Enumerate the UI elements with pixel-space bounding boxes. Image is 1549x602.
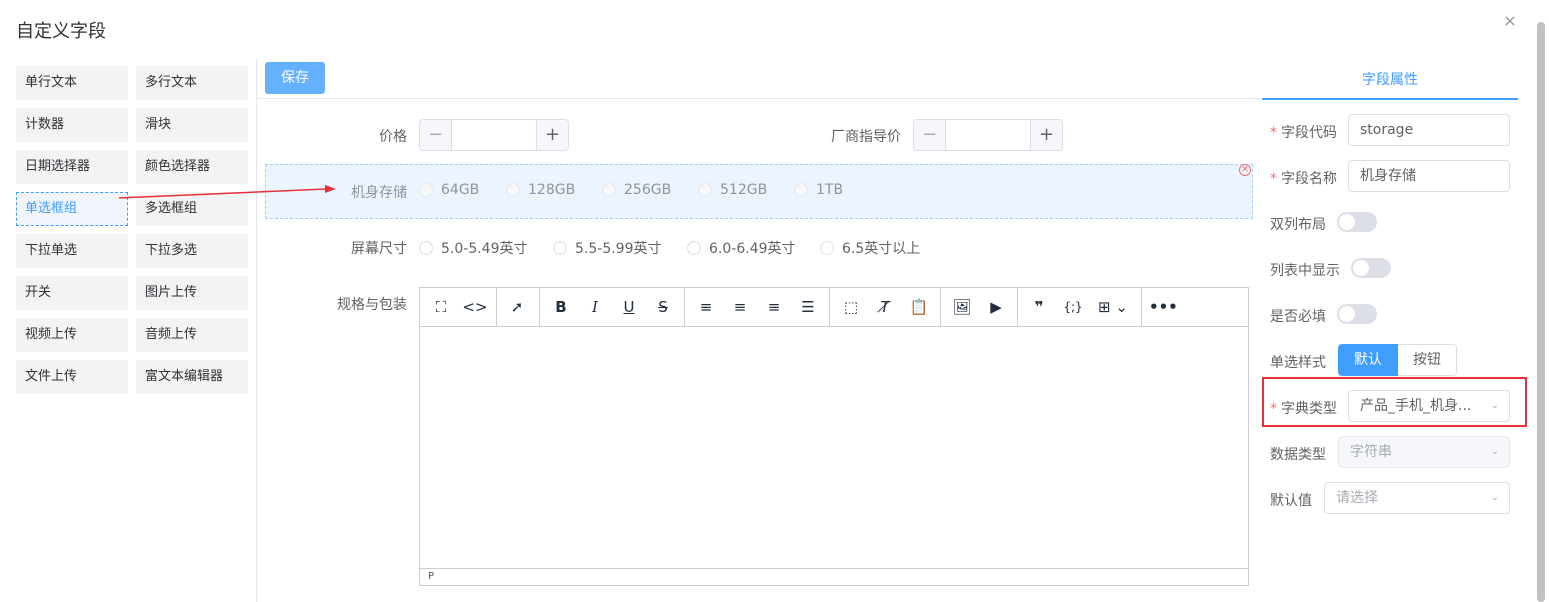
- field-name-label: * 字段名称: [1270, 171, 1337, 187]
- chevron-down-icon: ⌄: [1490, 446, 1499, 457]
- show-in-list-label: 列表中显示: [1270, 263, 1340, 279]
- tab-field-properties[interactable]: 字段属性: [1262, 58, 1518, 100]
- default-value-label: 默认值: [1270, 493, 1312, 509]
- default-value-placeholder: 请选择: [1336, 490, 1378, 506]
- data-type-value: 字符串: [1350, 444, 1392, 460]
- radio-style-default-button[interactable]: 默认: [1338, 344, 1398, 376]
- double-column-switch[interactable]: [1337, 212, 1377, 232]
- radio-style-button-button[interactable]: 按钮: [1398, 344, 1457, 376]
- chevron-down-icon: ⌄: [1490, 492, 1499, 503]
- radio-style-label: 单选样式: [1270, 355, 1326, 371]
- field-code-label: * 字段代码: [1270, 125, 1337, 141]
- show-in-list-switch[interactable]: [1351, 258, 1391, 278]
- default-value-select[interactable]: 请选择 ⌄: [1324, 482, 1510, 514]
- custom-field-dialog: 自定义字段 × 单行文本 多行文本 计数器 滑块 日期选择器 颜色选择器 单选框…: [0, 0, 1549, 602]
- field-code-input[interactable]: storage: [1348, 114, 1510, 146]
- field-properties-panel: 字段属性 * 字段代码 storage * 字段名称 机身存储 双列布局 列表中显示…: [1261, 58, 1537, 602]
- required-switch[interactable]: [1337, 304, 1377, 324]
- double-column-label: 双列布局: [1270, 217, 1326, 233]
- data-type-label: 数据类型: [1270, 447, 1326, 463]
- required-label: 是否必填: [1270, 309, 1326, 325]
- data-type-select: 字符串 ⌄: [1338, 436, 1510, 468]
- annotation-highlight-box: [1262, 377, 1527, 427]
- field-name-input[interactable]: 机身存储: [1348, 160, 1510, 192]
